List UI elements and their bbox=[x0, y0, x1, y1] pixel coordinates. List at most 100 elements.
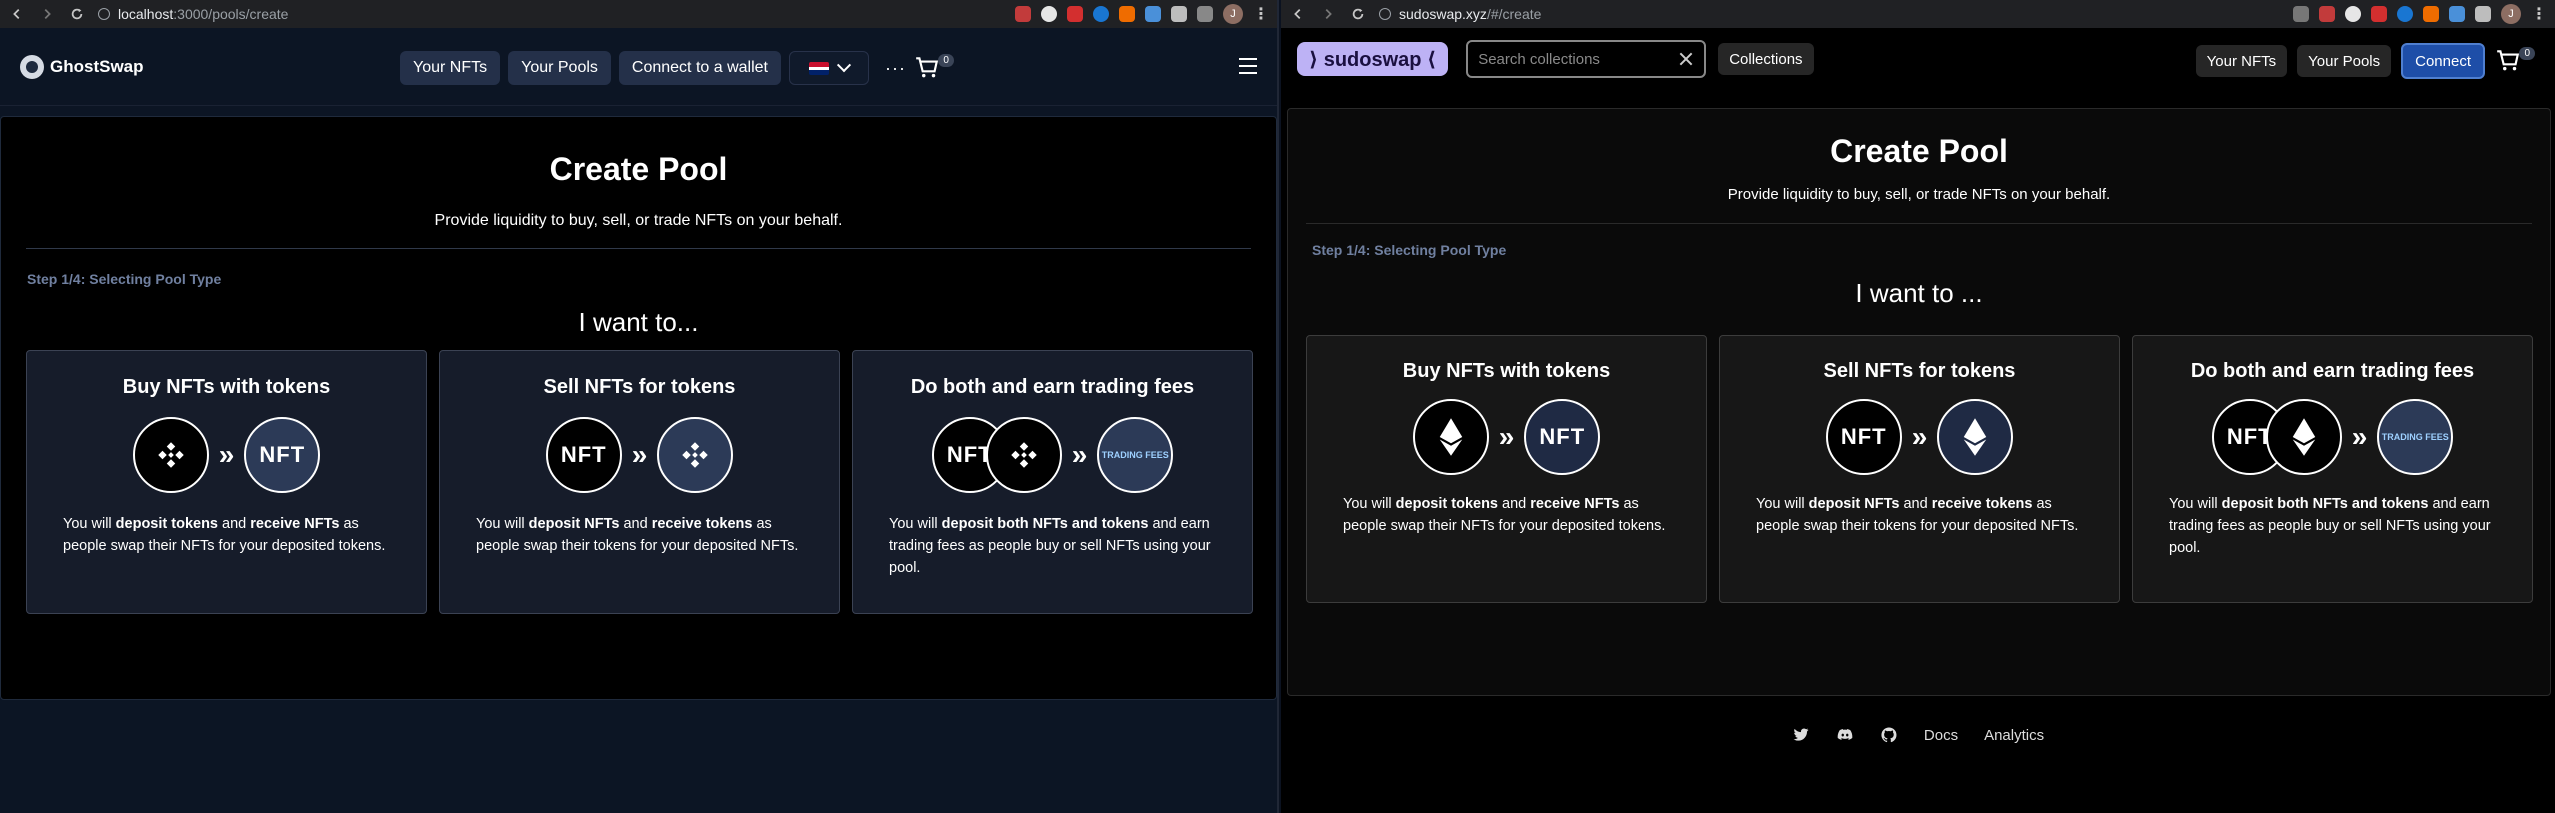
close-icon[interactable] bbox=[1678, 51, 1694, 67]
nft-and-token-icons: NFT bbox=[931, 417, 1062, 493]
address-bar[interactable]: localhost:3000/pools/create bbox=[98, 6, 1003, 22]
extension-icon[interactable] bbox=[1145, 6, 1161, 22]
step-indicator: Step 1/4: Selecting Pool Type bbox=[27, 271, 222, 287]
back-icon[interactable] bbox=[8, 5, 26, 23]
pool-card-sell[interactable]: Sell NFTs for tokens NFT » You will depo… bbox=[439, 350, 840, 614]
your-nfts-button[interactable]: Your NFTs bbox=[2195, 45, 2288, 77]
card-title: Buy NFTs with tokens bbox=[1402, 360, 1611, 382]
back-icon[interactable] bbox=[1289, 5, 1307, 23]
your-nfts-button[interactable]: Your NFTs bbox=[400, 51, 501, 85]
your-pools-button[interactable]: Your Pools bbox=[2297, 45, 2392, 77]
nft-icon: NFT bbox=[1524, 399, 1601, 475]
forward-icon[interactable] bbox=[38, 5, 56, 23]
card-title: Do both and earn trading fees bbox=[2190, 360, 2475, 382]
nft-icon: NFT bbox=[1825, 399, 1902, 475]
url-path: :3000/pools/create bbox=[173, 6, 289, 22]
docs-link[interactable]: Docs bbox=[1924, 727, 1958, 744]
profile-avatar[interactable]: J bbox=[2501, 4, 2521, 24]
card-description: You will deposit both NFTs and tokens an… bbox=[2169, 496, 2491, 556]
extension-icon[interactable] bbox=[2449, 6, 2465, 22]
pool-card-buy[interactable]: Buy NFTs with tokens » NFT You will depo… bbox=[26, 350, 427, 614]
twitter-icon[interactable] bbox=[1792, 726, 1810, 744]
card-description: You will deposit NFTs and receive tokens… bbox=[476, 516, 799, 554]
address-bar[interactable]: sudoswap.xyz/#/create bbox=[1379, 6, 2281, 22]
forward-icon[interactable] bbox=[1319, 5, 1337, 23]
sudoswap-window: sudoswap.xyz/#/create J ⋮ ⟩ sudoswap ⟨ S… bbox=[1281, 0, 2555, 813]
ghostswap-window: localhost:3000/pools/create J ⋮ GhostSwa… bbox=[0, 0, 1279, 813]
metamask-icon[interactable] bbox=[1119, 6, 1135, 22]
search-input[interactable] bbox=[1478, 50, 1659, 68]
discord-icon[interactable] bbox=[1836, 726, 1854, 744]
extensions: J ⋮ bbox=[2293, 4, 2547, 24]
pool-card-buy[interactable]: Buy NFTs with tokens » NFT You will depo… bbox=[1306, 335, 1707, 603]
reload-icon[interactable] bbox=[68, 5, 86, 23]
prompt-heading: I want to ... bbox=[1855, 278, 1983, 308]
ethereum-icon bbox=[2265, 399, 2342, 475]
double-chevron-right-icon: » bbox=[1071, 439, 1088, 470]
card-title: Buy NFTs with tokens bbox=[122, 376, 331, 398]
card-icons: NFT » TRADING FEES bbox=[853, 417, 1252, 493]
extension-icon[interactable] bbox=[2397, 6, 2413, 22]
pool-card-trade[interactable]: Do both and earn trading fees NFT » TRAD… bbox=[2132, 335, 2533, 603]
cart-button[interactable]: 0 bbox=[2495, 47, 2535, 75]
collections-button[interactable]: Collections bbox=[1718, 43, 1814, 75]
puzzle-icon[interactable] bbox=[1171, 6, 1187, 22]
your-pools-button[interactable]: Your Pools bbox=[508, 51, 611, 85]
profile-avatar[interactable]: J bbox=[1223, 4, 1243, 24]
extension-icon[interactable] bbox=[2319, 6, 2335, 22]
extension-icon[interactable] bbox=[2371, 6, 2387, 22]
sidepanel-icon[interactable] bbox=[1197, 6, 1213, 22]
page-title: Create Pool bbox=[549, 151, 728, 187]
nft-icon: NFT bbox=[244, 417, 321, 493]
pool-type-cards: Buy NFTs with tokens » NFT You will depo… bbox=[1306, 335, 2533, 603]
nft-and-token-icons: NFT bbox=[2211, 399, 2342, 475]
cart-button[interactable]: 0 bbox=[914, 54, 954, 82]
ethereum-icon bbox=[1412, 399, 1489, 475]
extension-icon[interactable] bbox=[1067, 6, 1083, 22]
connect-button[interactable]: Connect bbox=[2401, 43, 2485, 79]
logo[interactable]: GhostSwap bbox=[20, 54, 144, 79]
language-select[interactable] bbox=[788, 51, 869, 85]
bnb-token-icon bbox=[985, 417, 1062, 493]
connect-wallet-button[interactable]: Connect to a wallet bbox=[618, 51, 781, 85]
divider bbox=[26, 248, 1251, 249]
info-icon bbox=[98, 8, 110, 20]
ghost-logo-icon bbox=[20, 54, 44, 79]
extension-icon[interactable] bbox=[2345, 6, 2361, 22]
search-box[interactable] bbox=[1466, 40, 1707, 78]
uk-flag-icon bbox=[808, 61, 829, 75]
menu-icon[interactable]: ⋮ bbox=[2531, 4, 2547, 24]
double-chevron-right-icon: » bbox=[218, 439, 235, 470]
extension-icon[interactable] bbox=[1093, 6, 1109, 22]
browser-toolbar: localhost:3000/pools/create J ⋮ bbox=[0, 0, 1277, 28]
trading-fees-icon: TRADING FEES bbox=[1097, 417, 1174, 493]
menu-icon[interactable]: ⋮ bbox=[1253, 4, 1269, 24]
pool-card-trade[interactable]: Do both and earn trading fees NFT » TRAD… bbox=[852, 350, 1253, 614]
ethereum-icon bbox=[1937, 399, 2014, 475]
cart-count: 0 bbox=[938, 54, 954, 67]
chevron-down-icon bbox=[836, 58, 852, 73]
card-icons: NFT » TRADING FEES bbox=[2133, 399, 2532, 475]
page-subtitle: Provide liquidity to buy, sell, or trade… bbox=[1727, 186, 2111, 203]
divider bbox=[1306, 223, 2532, 224]
pool-card-sell[interactable]: Sell NFTs for tokens NFT » You will depo… bbox=[1719, 335, 2120, 603]
create-pool-panel: Create Pool Provide liquidity to buy, se… bbox=[0, 116, 1277, 700]
card-icons: » NFT bbox=[1307, 399, 1706, 475]
puzzle-icon[interactable] bbox=[2475, 6, 2491, 22]
more-menu[interactable]: ··· bbox=[885, 58, 906, 79]
hamburger-icon[interactable] bbox=[1239, 58, 1257, 74]
card-icons: NFT » bbox=[440, 417, 839, 493]
extension-icon[interactable] bbox=[1041, 6, 1057, 22]
double-chevron-right-icon: » bbox=[1498, 421, 1515, 452]
url-host: sudoswap.xyz bbox=[1399, 6, 1487, 22]
metamask-icon[interactable] bbox=[2423, 6, 2439, 22]
sudoswap-logo[interactable]: ⟩ sudoswap ⟨ bbox=[1297, 42, 1449, 76]
github-icon[interactable] bbox=[1880, 726, 1898, 744]
extension-icon[interactable] bbox=[1015, 6, 1031, 22]
card-icons: NFT » bbox=[1720, 399, 2119, 475]
download-icon[interactable] bbox=[2293, 6, 2309, 22]
card-description: You will deposit tokens and receive NFTs… bbox=[1343, 496, 1666, 534]
analytics-link[interactable]: Analytics bbox=[1984, 727, 2044, 744]
url-path: /#/create bbox=[1486, 6, 1542, 22]
reload-icon[interactable] bbox=[1349, 5, 1367, 23]
